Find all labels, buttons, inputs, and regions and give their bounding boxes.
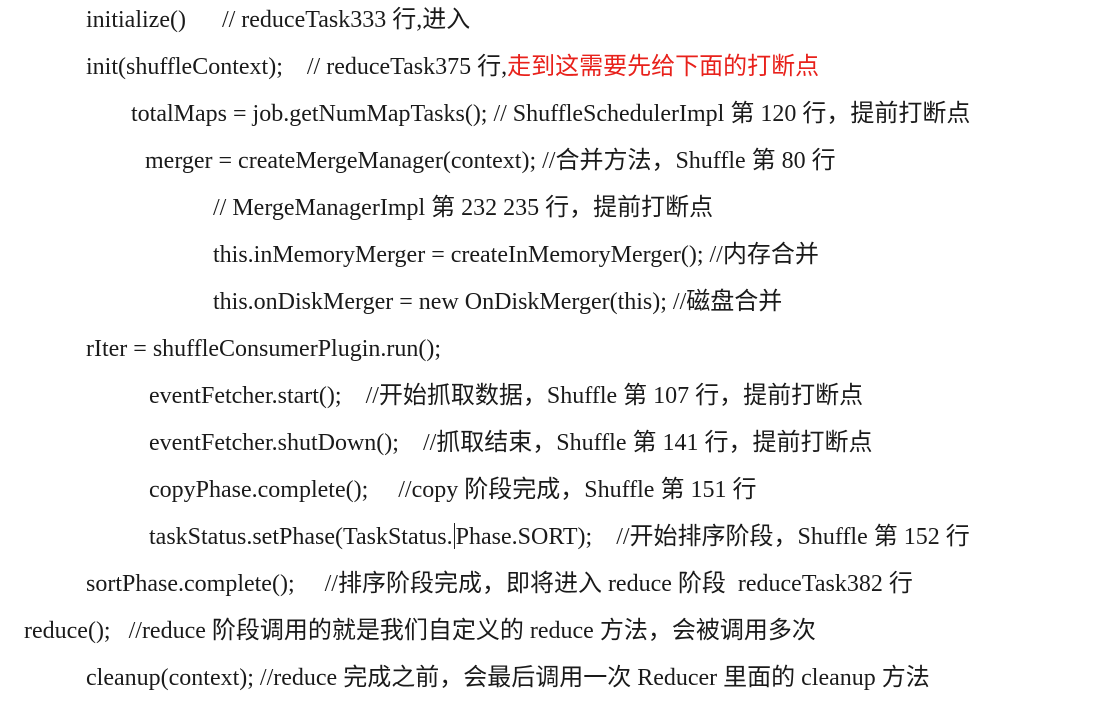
line-text-before-caret: taskStatus.setPhase(TaskStatus. [149,524,453,550]
code-line-initialize: initialize() // reduceTask333 行,进入 [86,0,470,47]
code-line-total-maps: totalMaps = job.getNumMapTasks(); // Shu… [131,94,970,141]
line-text-after-caret: Phase.SORT); //开始排序阶段，Shuffle 第 152 行 [455,524,970,550]
code-line-event-fetcher-shutdown: eventFetcher.shutDown(); //抓取结束，Shuffle … [149,423,873,470]
line-text: cleanup(context); //reduce 完成之前，会最后调用一次 … [86,665,930,691]
line-text: reduce(); //reduce 阶段调用的就是我们自定义的 reduce … [24,618,816,644]
line-text: rIter = shuffleConsumerPlugin.run(); [86,336,442,362]
code-line-merge-manager-comment: // MergeManagerImpl 第 232 235 行，提前打断点 [213,188,713,235]
line-text: this.onDiskMerger = new OnDiskMerger(thi… [213,289,783,315]
code-line-init-shuffle-context: init(shuffleContext); // reduceTask375 行… [86,47,819,94]
document-page: initialize() // reduceTask333 行,进入 init(… [0,0,1107,708]
code-line-riter: rIter = shuffleConsumerPlugin.run(); [86,329,441,376]
code-line-on-disk-merger: this.onDiskMerger = new OnDiskMerger(thi… [213,282,782,329]
line-text: // MergeManagerImpl 第 232 235 行，提前打断点 [213,195,714,221]
line-text: eventFetcher.start(); //开始抓取数据，Shuffle 第… [149,383,864,409]
line-text: totalMaps = job.getNumMapTasks(); // Shu… [131,101,971,127]
line-text: merger = createMergeManager(context); //… [145,148,836,174]
text-cursor [453,523,455,549]
highlight-note: 走到这需要先给下面的打断点 [507,54,820,80]
code-line-in-memory-merger: this.inMemoryMerger = createInMemoryMerg… [213,235,819,282]
code-line-merger: merger = createMergeManager(context); //… [145,141,836,188]
line-text: sortPhase.complete(); //排序阶段完成，即将进入 redu… [86,571,913,597]
code-line-sort-phase: sortPhase.complete(); //排序阶段完成，即将进入 redu… [86,564,913,611]
code-line-event-fetcher-start: eventFetcher.start(); //开始抓取数据，Shuffle 第… [149,376,863,423]
code-line-cleanup: cleanup(context); //reduce 完成之前，会最后调用一次 … [86,658,930,705]
code-line-copy-phase: copyPhase.complete(); //copy 阶段完成，Shuffl… [149,470,756,517]
code-line-reduce: reduce(); //reduce 阶段调用的就是我们自定义的 reduce … [24,611,816,658]
line-text: init(shuffleContext); // reduceTask375 行… [86,54,508,80]
code-line-task-status-set-phase: taskStatus.setPhase(TaskStatus. Phase.SOR… [149,517,970,564]
line-text: eventFetcher.shutDown(); //抓取结束，Shuffle … [149,430,873,456]
line-text: initialize() // reduceTask333 行,进入 [86,7,471,33]
line-text: copyPhase.complete(); //copy 阶段完成，Shuffl… [149,477,757,503]
line-text: this.inMemoryMerger = createInMemoryMerg… [213,242,819,268]
